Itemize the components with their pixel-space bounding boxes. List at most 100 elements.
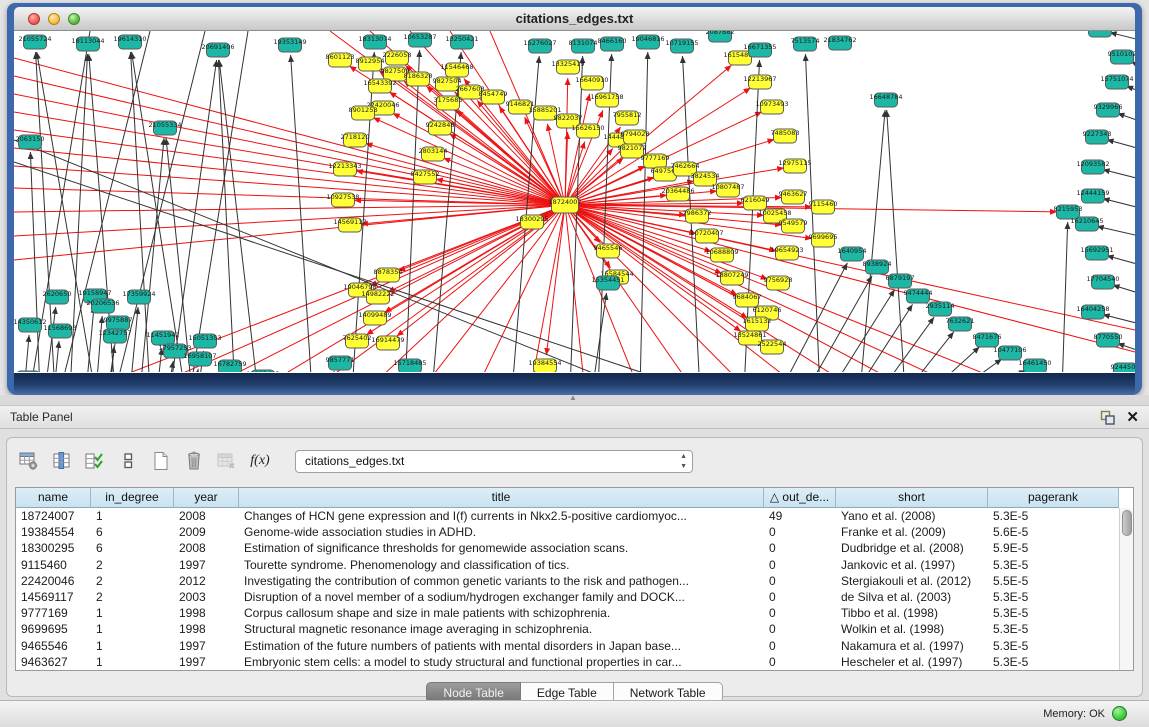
- graph-node[interactable]: 7513574: [791, 37, 820, 51]
- graph-node[interactable]: 14099489: [358, 311, 391, 325]
- graph-node[interactable]: 17359924: [122, 290, 155, 304]
- graph-node[interactable]: 8878354: [374, 268, 403, 282]
- graph-node[interactable]: 12213343: [328, 162, 361, 176]
- graph-node[interactable]: 13325419: [551, 60, 584, 74]
- function-builder-icon[interactable]: f(x): [248, 449, 272, 473]
- divider-handle-icon[interactable]: ▲: [569, 393, 577, 402]
- graph-node[interactable]: 11568693: [43, 324, 76, 338]
- graph-node[interactable]: 16210645: [1070, 217, 1103, 231]
- graph-node[interactable]: 7625402: [343, 334, 372, 348]
- graph-node[interactable]: 12342757: [98, 329, 131, 343]
- graph-node[interactable]: 6794028: [621, 130, 650, 144]
- graph-node[interactable]: 9329966: [1094, 103, 1123, 117]
- delete-table-icon[interactable]: [215, 449, 239, 473]
- row-height-icon[interactable]: [116, 449, 140, 473]
- graph-node[interactable]: 7485083: [771, 129, 800, 143]
- graph-node[interactable]: 14569117: [333, 218, 366, 232]
- graph-node[interactable]: 14982222: [361, 290, 394, 304]
- graph-node[interactable]: 6879197: [886, 274, 915, 288]
- graph-node[interactable]: 7955812: [613, 111, 642, 125]
- graph-node[interactable]: 21834762: [823, 36, 856, 50]
- graph-node[interactable]: 20206536: [86, 299, 119, 313]
- graph-node[interactable]: 8770550: [1094, 333, 1123, 347]
- graph-node[interactable]: 12093582: [1076, 160, 1109, 174]
- graph-node[interactable]: 10807487: [711, 183, 744, 197]
- graph-node[interactable]: 9975887: [104, 316, 133, 330]
- graph-node[interactable]: 8186328: [404, 72, 433, 86]
- graph-node[interactable]: 9474444: [904, 289, 933, 303]
- graph-node[interactable]: 9465546: [594, 244, 623, 258]
- graph-node[interactable]: 9463627: [779, 190, 808, 204]
- graph-node[interactable]: 9777169: [641, 154, 670, 168]
- graph-node[interactable]: 15692951: [1080, 246, 1113, 260]
- graph-node[interactable]: 15626150: [571, 124, 604, 138]
- column-header-name[interactable]: name: [16, 488, 91, 508]
- network-window-titlebar[interactable]: citations_edges.txt: [14, 7, 1135, 31]
- graph-node[interactable]: 19046816: [631, 35, 664, 49]
- graph-node[interactable]: 18724007: [548, 197, 581, 213]
- create-column-icon[interactable]: [149, 449, 173, 473]
- graph-node[interactable]: 8466160: [598, 37, 627, 51]
- graph-node[interactable]: 9684067: [733, 293, 762, 307]
- column-header-year[interactable]: year: [174, 488, 239, 508]
- graph-node[interactable]: 9699695: [809, 233, 838, 247]
- graph-node[interactable]: 12923445: [246, 370, 279, 372]
- graph-node[interactable]: 2803144: [419, 147, 448, 161]
- graph-node[interactable]: 19654923: [770, 246, 803, 260]
- table-row[interactable]: 1872400712008Changes of HCN gene express…: [16, 508, 1119, 524]
- network-graph[interactable]: 8601123891295422260589827509165433928186…: [14, 31, 1135, 372]
- graph-node[interactable]: 9549579: [779, 219, 808, 233]
- graph-node[interactable]: 19384554: [528, 359, 561, 372]
- graph-node[interactable]: 11546468: [440, 63, 473, 77]
- graph-node[interactable]: 16648784: [869, 93, 902, 107]
- graph-node[interactable]: 16671355: [743, 43, 776, 57]
- graph-node[interactable]: 9242848: [426, 121, 455, 135]
- graph-node[interactable]: 16958107: [183, 352, 216, 366]
- graph-node[interactable]: 18313074: [358, 35, 391, 49]
- graph-node[interactable]: 12213967: [743, 75, 776, 89]
- table-row[interactable]: 977716911998Corpus callosum shape and si…: [16, 605, 1119, 621]
- graph-node[interactable]: 16640910: [575, 76, 608, 90]
- table-row[interactable]: 2242004622012Investigating the contribut…: [16, 573, 1119, 589]
- graph-node[interactable]: 2935114: [926, 302, 955, 316]
- column-header-pagerank[interactable]: pagerank: [988, 488, 1119, 508]
- graph-node[interactable]: 9510102: [1108, 50, 1135, 64]
- graph-node[interactable]: 11451942: [146, 331, 179, 345]
- split-divider[interactable]: ▲: [0, 395, 1149, 405]
- graph-node[interactable]: 10653287: [403, 33, 436, 47]
- graph-node[interactable]: 2063150: [16, 135, 45, 149]
- graph-node[interactable]: 16543392: [363, 79, 396, 93]
- table-row[interactable]: 969969511998Structural magnetic resonanc…: [16, 621, 1119, 637]
- table-selector-dropdown[interactable]: citations_edges.txt ▲▼: [295, 450, 693, 473]
- graph-node[interactable]: 9227343: [1083, 130, 1112, 144]
- table-row[interactable]: 946362711997Embryonic stem cells: a mode…: [16, 654, 1119, 670]
- graph-node[interactable]: 19614310: [113, 35, 146, 49]
- graph-node[interactable]: 16961758: [590, 93, 623, 107]
- graph-node[interactable]: 18807249: [715, 271, 748, 285]
- close-panel-icon[interactable]: ✕: [1126, 408, 1139, 426]
- graph-node[interactable]: 9244502: [1111, 363, 1135, 372]
- scrollbar-thumb[interactable]: [1122, 510, 1132, 536]
- float-panel-icon[interactable]: [1100, 410, 1115, 425]
- graph-node[interactable]: 8901253: [349, 106, 378, 120]
- graph-node[interactable]: 7986372: [683, 209, 712, 223]
- graph-node[interactable]: 2718120: [341, 133, 370, 147]
- column-header-short[interactable]: short: [836, 488, 988, 508]
- graph-node[interactable]: 15051353: [188, 334, 221, 348]
- graph-node[interactable]: 8471676: [973, 333, 1002, 347]
- graph-node[interactable]: 14350612: [14, 318, 47, 332]
- graph-node[interactable]: 6216049: [741, 196, 770, 210]
- graph-node[interactable]: 15354451: [591, 276, 624, 290]
- graph-node[interactable]: 10688809: [705, 248, 738, 262]
- graph-node[interactable]: 20364486: [661, 187, 694, 201]
- graph-node[interactable]: 8131074: [569, 39, 598, 53]
- graph-node[interactable]: 1640954: [838, 247, 867, 261]
- graph-node[interactable]: 21055334: [148, 121, 181, 135]
- graph-node[interactable]: 9857771: [326, 356, 355, 370]
- graph-node[interactable]: 10973493: [755, 100, 788, 114]
- graph-node[interactable]: 8938924: [863, 260, 892, 274]
- graph-node[interactable]: 15751074: [1100, 75, 1133, 89]
- table-scrollbar[interactable]: [1119, 508, 1133, 670]
- graph-node[interactable]: 15276027: [523, 39, 556, 53]
- graph-node[interactable]: 10720407: [690, 229, 723, 243]
